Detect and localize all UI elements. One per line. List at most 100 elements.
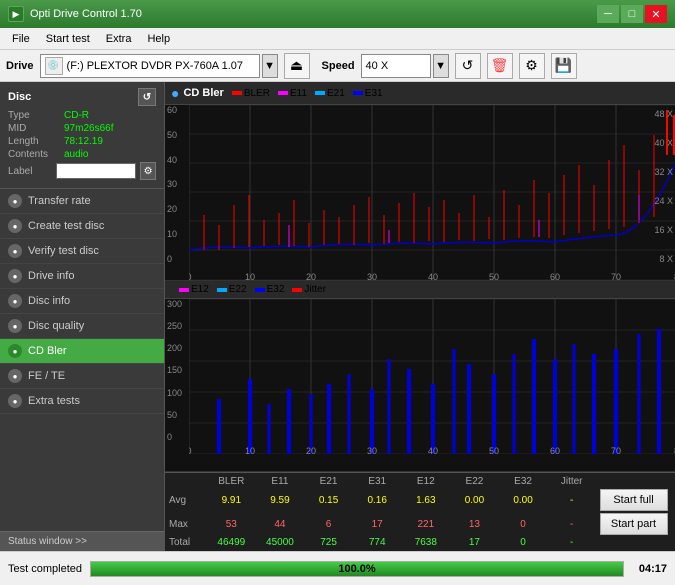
sidebar-item-fe-te[interactable]: ●FE / TE: [0, 364, 164, 389]
start-full-button[interactable]: Start full: [600, 489, 668, 511]
nav-label-verify-test-disc: Verify test disc: [28, 245, 99, 257]
stats-max-e12: 221: [402, 519, 451, 530]
stats-avg-e31: 0.16: [353, 495, 402, 506]
stats-avg-e21: 0.15: [304, 495, 353, 506]
svg-text:20: 20: [306, 446, 316, 454]
legend2-e32: E32: [255, 284, 285, 295]
svg-text:20: 20: [306, 272, 316, 280]
start-part-button[interactable]: Start part: [600, 513, 668, 535]
disc-mid-label: MID: [8, 123, 64, 134]
stats-header-e31: E31: [353, 476, 402, 487]
drive-dropdown-arrow[interactable]: ▼: [262, 54, 278, 78]
disc-contents-row: Contents audio: [8, 149, 156, 160]
stats-avg-e32: 0.00: [499, 495, 548, 506]
drive-select[interactable]: 💿 (F:) PLEXTOR DVDR PX-760A 1.07: [40, 54, 260, 78]
legend-e31: E31: [353, 88, 383, 99]
sidebar-item-disc-info[interactable]: ●Disc info: [0, 289, 164, 314]
speed-select[interactable]: 40 X: [361, 54, 431, 78]
legend-e11-label: E11: [290, 88, 307, 99]
svg-text:70: 70: [611, 272, 621, 280]
svg-text:30: 30: [367, 446, 377, 454]
stats-max-e22: 13: [450, 519, 499, 530]
legend-e21: E21: [315, 88, 345, 99]
close-button[interactable]: ✕: [645, 5, 667, 23]
speed-value: 40 X: [366, 60, 389, 72]
statusbar: Test completed 100.0% 04:17: [0, 551, 675, 585]
progress-text: 100.0%: [91, 562, 623, 576]
stats-table: BLER E11 E21 E31 E12 E22 E32 Jitter Avg …: [165, 472, 675, 551]
chart1-svg: 0 10 20 30 40 50 60 70 80 min: [189, 105, 675, 280]
nav-icon-verify-test-disc: ●: [8, 244, 22, 258]
sidebar-item-verify-test-disc[interactable]: ● Verify test disc: [0, 239, 164, 264]
nav-icon-disc-quality: ●: [8, 319, 22, 333]
stats-total-e11: 45000: [256, 537, 305, 548]
disc-label-settings-button[interactable]: ⚙: [140, 162, 156, 180]
speed-dropdown-arrow[interactable]: ▼: [433, 54, 449, 78]
disc-contents-label: Contents: [8, 149, 64, 160]
sidebar-item-transfer-rate[interactable]: ●Transfer rate: [0, 189, 164, 214]
stats-max-label: Max: [169, 519, 207, 530]
content-area: ● CD Bler BLER E11 E21: [165, 82, 675, 551]
nav-label-create-test-disc: Create test disc: [28, 220, 104, 232]
disc-panel: Disc ↺ Type CD-R MID 97m26s66f Length 78…: [0, 82, 164, 189]
sidebar-item-create-test-disc[interactable]: ●Create test disc: [0, 214, 164, 239]
minimize-button[interactable]: ─: [597, 5, 619, 23]
main-area: Disc ↺ Type CD-R MID 97m26s66f Length 78…: [0, 82, 675, 551]
settings-button[interactable]: ⚙: [519, 53, 545, 79]
progress-bar: 100.0%: [90, 561, 624, 577]
nav-icon-transfer-rate: ●: [8, 194, 22, 208]
disc-length-row: Length 78:12.19: [8, 136, 156, 147]
chart1-body: 0 10 20 30 40 50 60 70 80 min 60 50 40 3…: [165, 105, 675, 280]
svg-text:60: 60: [550, 446, 560, 454]
disc-label-input[interactable]: [56, 163, 136, 179]
legend2-e22-label: E22: [229, 284, 247, 295]
status-window-button[interactable]: Status window >>: [0, 531, 164, 551]
sidebar-item-extra-tests[interactable]: ●Extra tests: [0, 389, 164, 414]
stats-avg-e22: 0.00: [450, 495, 499, 506]
sidebar-item-drive-info[interactable]: ●Drive info: [0, 264, 164, 289]
chart1-titlebar: ● CD Bler BLER E11 E21: [165, 82, 675, 105]
disc-type-label: Type: [8, 110, 64, 121]
stats-header-row: BLER E11 E21 E31 E12 E22 E32 Jitter: [169, 475, 671, 488]
menu-help[interactable]: Help: [139, 31, 178, 47]
disc-label-label: Label: [8, 166, 56, 177]
legend-bler: BLER: [232, 88, 270, 99]
sidebar-bottom: [0, 414, 164, 531]
legend2-e12-label: E12: [191, 284, 209, 295]
save-button[interactable]: 💾: [551, 53, 577, 79]
nav-icon-fe-te: ●: [8, 369, 22, 383]
stats-avg-label: Avg: [169, 495, 207, 506]
stats-max-actions: Start part: [596, 513, 671, 535]
disc-type-value: CD-R: [64, 110, 89, 121]
stats-header-e21: E21: [304, 476, 353, 487]
eject-button[interactable]: ⏏: [284, 53, 310, 79]
stats-total-e32: 0: [499, 537, 548, 548]
sidebar-item-cd-bler[interactable]: ●CD Bler: [0, 339, 164, 364]
chart1-y-labels: 60 50 40 30 20 10 0: [167, 105, 177, 264]
stats-avg-jitter: -: [547, 495, 596, 506]
status-text: Test completed: [8, 563, 82, 575]
app-icon: ▶: [8, 6, 24, 22]
svg-text:40: 40: [428, 272, 438, 280]
speed-label: Speed: [322, 60, 355, 72]
menu-starttest[interactable]: Start test: [38, 31, 98, 47]
stats-avg-e12: 1.63: [402, 495, 451, 506]
menu-file[interactable]: File: [4, 31, 38, 47]
stats-max-e21: 6: [304, 519, 353, 530]
disc-label: Disc: [8, 91, 31, 103]
chart1-legend: BLER E11 E21 E31: [232, 88, 383, 99]
menu-extra[interactable]: Extra: [98, 31, 140, 47]
chart1-y-labels-right: 48 X 40 X 32 X 24 X 16 X 8 X: [654, 109, 673, 264]
legend2-e32-label: E32: [267, 284, 285, 295]
legend-bler-color: [232, 91, 242, 95]
sidebar-item-disc-quality[interactable]: ●Disc quality: [0, 314, 164, 339]
disc-refresh-button[interactable]: ↺: [138, 88, 156, 106]
legend-e11-color: [278, 91, 288, 95]
chart1-title: CD Bler: [183, 87, 223, 99]
erase-button[interactable]: 🗑: [487, 53, 513, 79]
maximize-button[interactable]: □: [621, 5, 643, 23]
refresh-button[interactable]: ↺: [455, 53, 481, 79]
stats-total-e22: 17: [450, 537, 499, 548]
stats-max-e31: 17: [353, 519, 402, 530]
legend-e21-color: [315, 91, 325, 95]
